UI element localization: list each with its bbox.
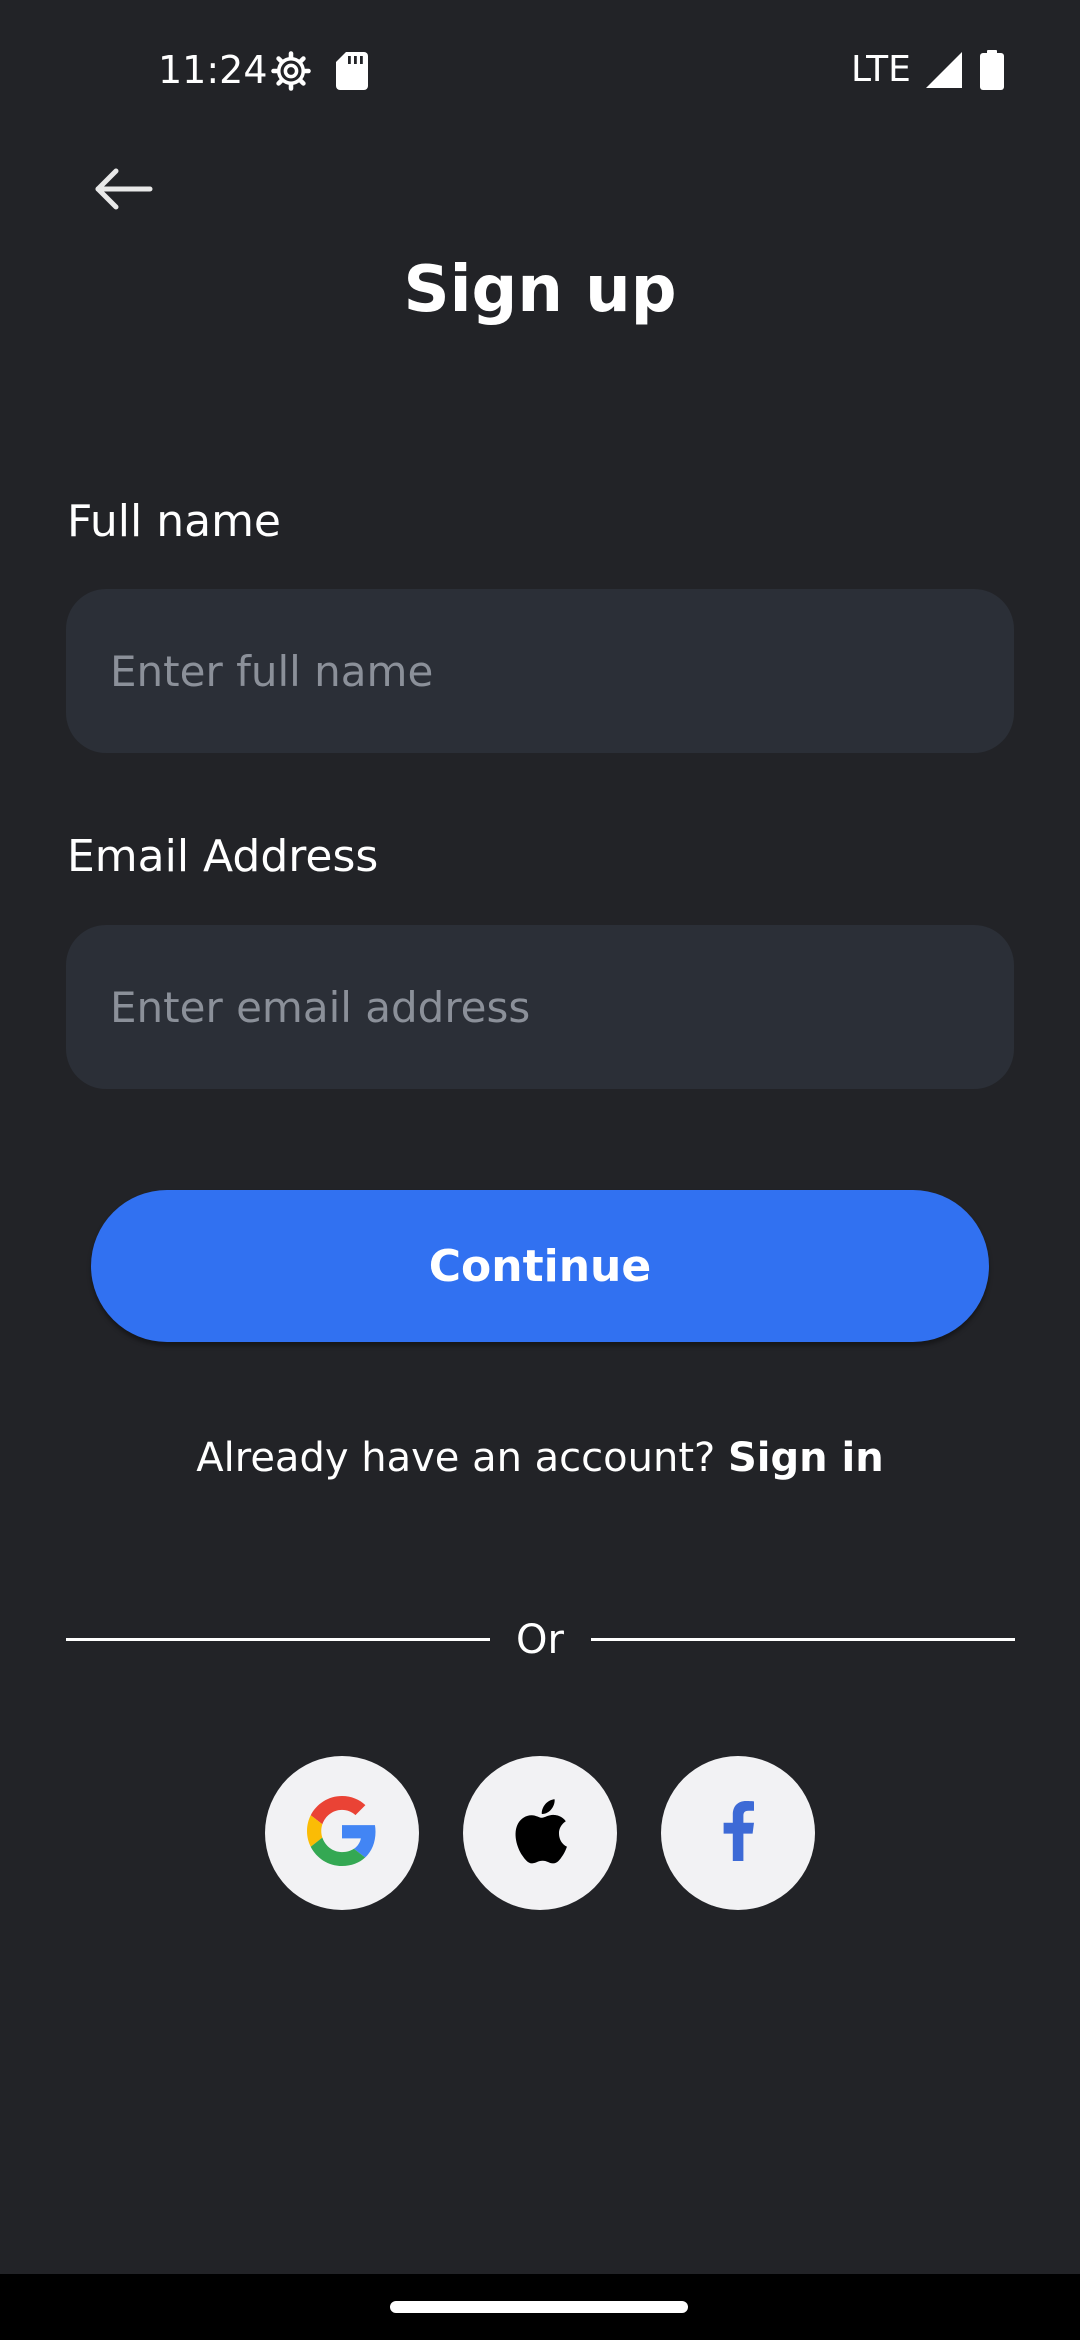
full-name-field[interactable]	[66, 589, 1014, 753]
apple-signin-button[interactable]	[463, 1756, 617, 1910]
signin-prompt-text: Already have an account?	[196, 1435, 716, 1481]
network-type: LTE	[851, 49, 911, 90]
email-input[interactable]	[110, 982, 970, 1032]
signin-prompt-row: Already have an account? Sign in	[0, 1428, 1080, 1488]
home-indicator[interactable]	[390, 2301, 688, 2313]
google-icon	[307, 1796, 377, 1870]
email-label: Email Address	[67, 831, 379, 882]
divider-or-text: Or	[516, 1617, 564, 1663]
settings-gear-icon	[270, 50, 312, 96]
signal-icon	[926, 52, 962, 92]
apple-icon	[510, 1797, 570, 1869]
divider-line-left	[66, 1638, 490, 1641]
full-name-label: Full name	[67, 496, 282, 547]
email-field[interactable]	[66, 925, 1014, 1089]
facebook-signin-button[interactable]	[661, 1756, 815, 1910]
sd-card-icon	[336, 52, 368, 94]
facebook-icon	[720, 1801, 756, 1865]
page-title: Sign up	[403, 253, 677, 327]
status-time: 11:24	[158, 48, 268, 92]
divider-line-right	[591, 1638, 1015, 1641]
battery-icon	[980, 50, 1004, 94]
back-button[interactable]	[80, 158, 168, 224]
continue-button[interactable]: Continue	[91, 1190, 989, 1342]
signin-link[interactable]: Sign in	[728, 1435, 884, 1481]
arrow-left-icon	[94, 167, 154, 215]
full-name-input[interactable]	[110, 646, 970, 696]
google-signin-button[interactable]	[265, 1756, 419, 1910]
